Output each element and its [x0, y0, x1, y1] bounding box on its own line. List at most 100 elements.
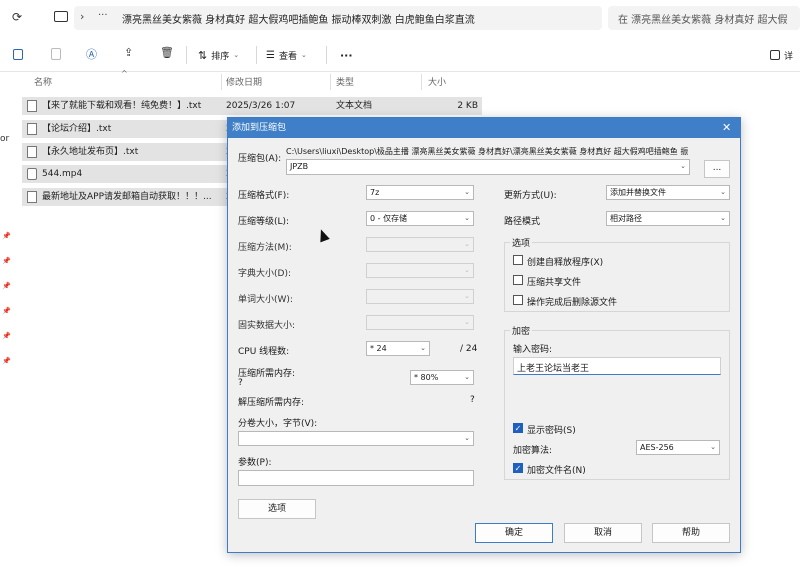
pin-icon[interactable]: 📌 [2, 257, 11, 265]
shared-files-label[interactable]: 压缩共享文件 [527, 275, 581, 288]
file-size: 2 KB [457, 101, 478, 111]
monitor-icon[interactable] [54, 11, 68, 22]
update-mode-select[interactable]: 添加并替换文件 ⌄ [606, 185, 730, 200]
dialog-title: 添加到压缩包 [232, 123, 287, 133]
search-box[interactable]: 在 漂亮黑丝美女紫薇 身材真好 超大假 [608, 6, 800, 30]
delete-after-label[interactable]: 操作完成后删除源文件 [527, 295, 617, 308]
update-mode-label: 更新方式(U): [504, 191, 557, 201]
pin-icon[interactable]: 📌 [2, 282, 11, 290]
shared-files-checkbox[interactable] [513, 275, 523, 285]
delete-after-checkbox[interactable] [513, 295, 523, 305]
copy-icon[interactable] [13, 49, 23, 60]
more-options-button[interactable]: ··· [340, 46, 353, 64]
chevron-down-icon: ⌄ [464, 266, 470, 274]
dictionary-label: 字典大小(D): [238, 269, 291, 279]
chevron-down-icon: ⌄ [464, 373, 470, 381]
cancel-button[interactable]: 取消 [564, 523, 642, 543]
chevron-down-icon: ⌄ [464, 214, 470, 222]
column-header-name[interactable]: 名称 [34, 75, 52, 89]
password-label: 输入密码: [513, 345, 553, 355]
pin-icon[interactable]: 📌 [2, 232, 11, 240]
video-file-icon [27, 168, 37, 180]
address-path[interactable]: 漂亮黑丝美女紫薇 身材真好 超大假鸡吧插鲍鱼 振动棒双刺激 白虎鲍鱼白浆直流 [122, 11, 600, 26]
decompress-memory-label: 解压缩所需内存: [238, 398, 305, 408]
chevron-down-icon: ⌄ [464, 240, 470, 248]
browse-button[interactable]: ... [704, 160, 730, 178]
file-name: 最新地址及APP请发邮箱自动获取！！！... [42, 192, 212, 202]
decompress-memory-value: ? [470, 395, 475, 405]
file-name: 【论坛介绍】.txt [42, 124, 112, 134]
encrypt-names-checkbox[interactable]: ✓ [513, 463, 523, 473]
toolbar-divider [326, 46, 327, 64]
encryption-method-label: 加密算法: [513, 446, 553, 456]
ok-button[interactable]: 确定 [475, 523, 553, 543]
encryption-method-select[interactable]: AES-256 ⌄ [636, 440, 720, 455]
dialog-title-bar[interactable]: 添加到压缩包 [228, 118, 740, 138]
column-header-type[interactable]: 类型 [336, 75, 354, 89]
sort-chevron-icon: ^ [121, 69, 128, 78]
show-password-checkbox[interactable]: ✓ [513, 423, 523, 433]
details-pane-button[interactable]: 详 [770, 46, 793, 64]
text-file-icon [27, 146, 37, 158]
solid-block-select[interactable]: ⌄ [366, 315, 474, 330]
chevron-down-icon: ⌄ [680, 162, 686, 170]
path-mode-select[interactable]: 相对路径 ⌄ [606, 211, 730, 226]
refresh-icon[interactable]: ⟳ [12, 10, 26, 24]
archive-name-value: JPZB [290, 162, 309, 171]
memory-unknown: ? [238, 378, 243, 388]
method-select[interactable]: ⌄ [366, 237, 474, 252]
cpu-threads-value: * 24 [370, 344, 387, 353]
file-name: 【永久地址发布页】.txt [42, 147, 139, 157]
chevron-down-icon: ⌄ [464, 292, 470, 300]
options-button[interactable]: 选项 [238, 499, 316, 519]
word-size-select[interactable]: ⌄ [366, 289, 474, 304]
archive-name-input[interactable]: JPZB ⌄ [286, 159, 690, 175]
sfx-label[interactable]: 创建自释放程序(X) [527, 255, 603, 268]
file-row[interactable]: 【来了就能下载和观看！纯免费！】.txt 2025/3/26 1:07 文本文档… [22, 97, 482, 115]
format-select[interactable]: 7z ⌄ [366, 185, 474, 200]
paste-icon[interactable] [51, 48, 61, 60]
cpu-threads-select[interactable]: * 24 ⌄ [366, 341, 430, 356]
chevron-down-icon: ⌄ [464, 434, 470, 442]
path-mode-value: 相对路径 [610, 214, 642, 223]
share-icon[interactable]: ⇪ [124, 46, 133, 59]
password-input[interactable]: 上老王论坛当老王 [513, 357, 721, 375]
text-file-icon [27, 191, 37, 203]
chevron-down-icon: ⌄ [464, 188, 470, 196]
memory-usage-select[interactable]: * 80% ⌄ [410, 370, 474, 385]
command-bar [0, 40, 800, 70]
view-button[interactable]: ☰ 查看 ⌄ [266, 46, 307, 64]
encrypt-names-label[interactable]: 加密文件名(N) [527, 463, 586, 476]
parameters-input[interactable] [238, 470, 474, 486]
address-more-button[interactable]: ··· [98, 10, 108, 21]
pin-icon[interactable]: 📌 [2, 332, 11, 340]
nav-pane-label[interactable]: or [0, 134, 9, 144]
close-icon[interactable]: ✕ [722, 121, 731, 134]
rename-icon[interactable]: Ⓐ [86, 46, 97, 62]
path-mode-label: 路径模式 [504, 217, 541, 227]
sort-button[interactable]: ⇅ 排序 ⌄ [198, 46, 239, 64]
text-file-icon [27, 123, 37, 135]
split-volume-label: 分卷大小，字节(V): [238, 419, 318, 429]
search-input[interactable]: 在 漂亮黑丝美女紫薇 身材真好 超大假 [618, 11, 788, 26]
level-select[interactable]: 0 - 仅存储 ⌄ [366, 211, 474, 226]
method-label: 压缩方法(M): [238, 243, 292, 253]
column-header-size[interactable]: 大小 [428, 75, 446, 89]
encryption-method-value: AES-256 [640, 443, 674, 452]
memory-label: 压缩所需内存: [238, 369, 296, 379]
pin-icon[interactable]: 📌 [2, 357, 11, 365]
delete-icon[interactable]: 🗑 [160, 46, 174, 59]
split-volume-select[interactable]: ⌄ [238, 431, 474, 446]
help-button[interactable]: 帮助 [652, 523, 730, 543]
pin-icon[interactable]: 📌 [2, 307, 11, 315]
dictionary-select[interactable]: ⌄ [366, 263, 474, 278]
sfx-checkbox[interactable] [513, 255, 523, 265]
column-header-date[interactable]: 修改日期 [226, 75, 262, 89]
sort-icon: ⇅ [198, 48, 208, 62]
chevron-down-icon: ⌄ [720, 188, 726, 196]
address-separator: › [80, 10, 85, 23]
show-password-label[interactable]: 显示密码(S) [527, 423, 576, 436]
details-label: 详 [784, 51, 794, 62]
file-date: 2025/3/26 1:07 [226, 101, 296, 111]
toolbar-divider [186, 46, 187, 64]
